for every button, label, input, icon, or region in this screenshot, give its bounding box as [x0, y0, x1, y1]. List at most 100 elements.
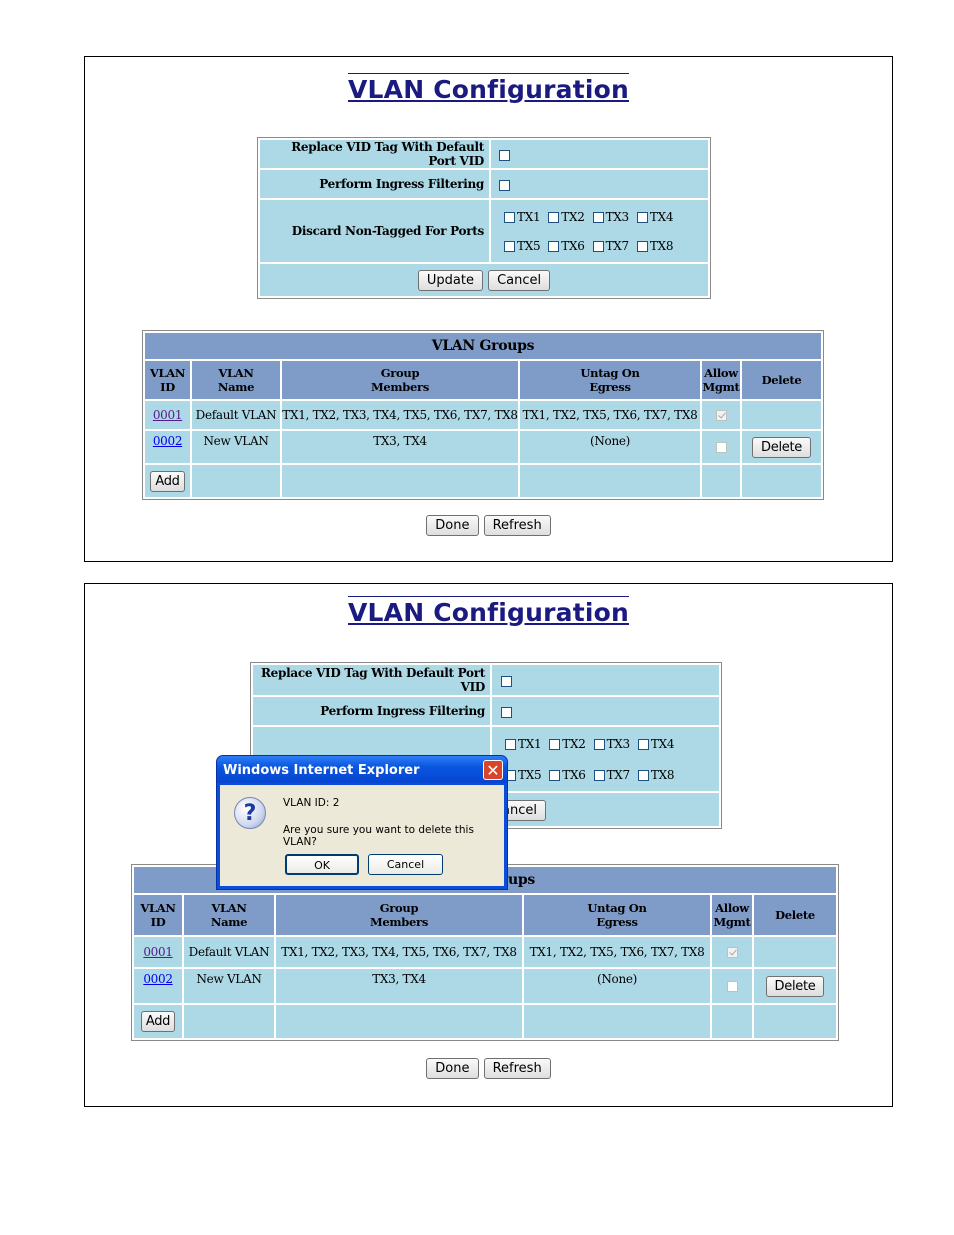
- port-label: TX4: [650, 737, 675, 751]
- group-members: TX1, TX2, TX3, TX4, TX5, TX6, TX7, TX8: [282, 401, 518, 429]
- close-icon[interactable]: ✕: [483, 760, 503, 780]
- refresh-button[interactable]: Refresh: [483, 515, 551, 536]
- cancel-button[interactable]: Cancel: [488, 270, 551, 291]
- vlan-name: Default VLAN: [184, 937, 274, 967]
- group-members: TX3, TX4: [282, 431, 518, 463]
- col-group-members: Group Members: [276, 895, 522, 935]
- port-checkbox[interactable]: [505, 739, 516, 750]
- vlan-id-link[interactable]: 0001: [153, 408, 183, 422]
- page-title: VLAN Configuration: [347, 73, 629, 104]
- discard-label: Discard Non-Tagged For Ports: [260, 200, 489, 262]
- vlan-id-link[interactable]: 0002: [143, 972, 173, 986]
- delete-button[interactable]: Delete: [752, 436, 811, 458]
- config-table: Replace VID Tag With Default Port VID Pe…: [257, 137, 711, 299]
- allow-mgmt-checkbox[interactable]: [726, 981, 738, 992]
- vlan-name: New VLAN: [184, 969, 274, 1003]
- port-checkbox[interactable]: [549, 770, 561, 781]
- col-vlan-id: VLAN ID: [145, 361, 190, 399]
- port-checkbox[interactable]: [549, 739, 561, 750]
- allow-mgmt-checkbox: [715, 410, 727, 421]
- replace-vid-label: Replace VID Tag With Default Port VID: [253, 665, 490, 695]
- replace-vid-checkbox[interactable]: [499, 149, 510, 161]
- allow-mgmt-checkbox[interactable]: [715, 442, 727, 453]
- table-row: 0002 New VLAN TX3, TX4 (None) Delete: [145, 431, 821, 463]
- port-label: TX7: [605, 239, 630, 253]
- vlan-groups-title: VLAN Groups: [145, 333, 821, 359]
- port-label: TX3: [605, 210, 630, 224]
- group-members: TX3, TX4: [276, 969, 522, 1003]
- table-row: 0002 New VLAN TX3, TX4 (None) Delete: [134, 969, 836, 1003]
- confirm-dialog: Windows Internet Explorer ✕ ? VLAN ID: 2…: [216, 755, 508, 890]
- port-label: TX2: [561, 210, 585, 224]
- col-delete: Delete: [742, 361, 821, 399]
- untag-egress: TX1, TX2, TX5, TX6, TX7, TX8: [520, 401, 700, 429]
- untag-egress: (None): [524, 969, 710, 1003]
- delete-cell: [754, 937, 836, 967]
- col-allow-mgmt: Allow Mgmt: [702, 361, 740, 399]
- port-checkbox[interactable]: [548, 241, 560, 252]
- port-label: TX6: [562, 768, 586, 782]
- vlan-groups-table: ups VLAN ID VLAN Name Group Members Untag O…: [131, 864, 839, 1041]
- refresh-button[interactable]: Refresh: [483, 1058, 551, 1079]
- port-label: TX6: [561, 239, 585, 253]
- port-checkbox[interactable]: [504, 241, 515, 252]
- add-button[interactable]: Add: [150, 470, 185, 492]
- port-label: TX2: [562, 737, 586, 751]
- dialog-vlan-id: VLAN ID: 2: [283, 797, 340, 809]
- ingress-checkbox[interactable]: [501, 706, 512, 718]
- page-title: VLAN Configuration: [347, 596, 629, 627]
- port-checkbox[interactable]: [592, 212, 604, 223]
- port-label: TX1: [518, 737, 542, 751]
- port-checkbox[interactable]: [592, 241, 604, 252]
- dialog-title: Windows Internet Explorer: [217, 756, 507, 783]
- delete-button[interactable]: Delete: [765, 975, 825, 997]
- dialog-body: ? VLAN ID: 2 Are you sure you want to de…: [220, 785, 504, 886]
- ingress-checkbox[interactable]: [499, 179, 510, 191]
- table-row: 0001 Default VLAN TX1, TX2, TX3, TX4, TX…: [134, 937, 836, 967]
- replace-vid-label: Replace VID Tag With Default Port VID: [260, 140, 489, 168]
- col-delete: Delete: [754, 895, 836, 935]
- question-icon: ?: [234, 797, 266, 829]
- vlan-id-link[interactable]: 0001: [143, 945, 173, 959]
- col-untag: Untag On Egress: [520, 361, 700, 399]
- port-checkbox[interactable]: [593, 770, 605, 781]
- done-button[interactable]: Done: [426, 515, 479, 536]
- ingress-label: Perform Ingress Filtering: [260, 170, 489, 198]
- port-label: TX5: [518, 768, 542, 782]
- port-checkbox[interactable]: [504, 212, 515, 223]
- port-checkbox-group: TX1 TX2 TX3 TX4 TX5 TX6 TX7 TX8: [491, 200, 708, 262]
- ok-button[interactable]: OK: [285, 854, 359, 875]
- vlan-name: Default VLAN: [192, 401, 280, 429]
- allow-mgmt-checkbox: [726, 947, 738, 958]
- done-button[interactable]: Done: [426, 1058, 479, 1079]
- port-label: TX8: [650, 768, 675, 782]
- port-label: TX4: [649, 210, 674, 224]
- table-row: 0001 Default VLAN TX1, TX2, TX3, TX4, TX…: [145, 401, 821, 429]
- col-untag: Untag On Egress: [524, 895, 710, 935]
- col-vlan-id: VLAN ID: [134, 895, 182, 935]
- untag-egress: (None): [520, 431, 700, 463]
- port-checkbox[interactable]: [548, 212, 560, 223]
- ingress-label: Perform Ingress Filtering: [253, 697, 490, 725]
- update-button[interactable]: Update: [417, 270, 483, 291]
- port-label: TX1: [517, 210, 541, 224]
- port-checkbox[interactable]: [593, 739, 605, 750]
- port-checkbox[interactable]: [636, 212, 648, 223]
- port-label: TX7: [606, 768, 631, 782]
- dialog-message: Are you sure you want to delete this VLA…: [283, 824, 474, 848]
- replace-vid-checkbox[interactable]: [501, 675, 512, 687]
- port-checkbox[interactable]: [637, 770, 649, 781]
- col-vlan-name: VLAN Name: [184, 895, 274, 935]
- port-checkbox-group: TX1 TX2 TX3 TX4 TX5 TX6 TX7 TX8: [492, 727, 719, 791]
- port-checkbox[interactable]: [636, 241, 648, 252]
- port-label: TX8: [649, 239, 674, 253]
- port-label: TX3: [606, 737, 631, 751]
- vlan-groups-table: VLAN Groups VLAN ID VLAN Name Group Members…: [142, 330, 824, 500]
- dialog-cancel-button[interactable]: Cancel: [368, 854, 443, 875]
- vlan-id-link[interactable]: 0002: [153, 434, 183, 448]
- port-label: TX5: [517, 239, 541, 253]
- port-checkbox[interactable]: [637, 739, 649, 750]
- panel-before: VLAN Configuration Replace VID Tag With …: [84, 56, 893, 562]
- add-button[interactable]: Add: [140, 1011, 176, 1032]
- group-members: TX1, TX2, TX3, TX4, TX5, TX6, TX7, TX8: [276, 937, 522, 967]
